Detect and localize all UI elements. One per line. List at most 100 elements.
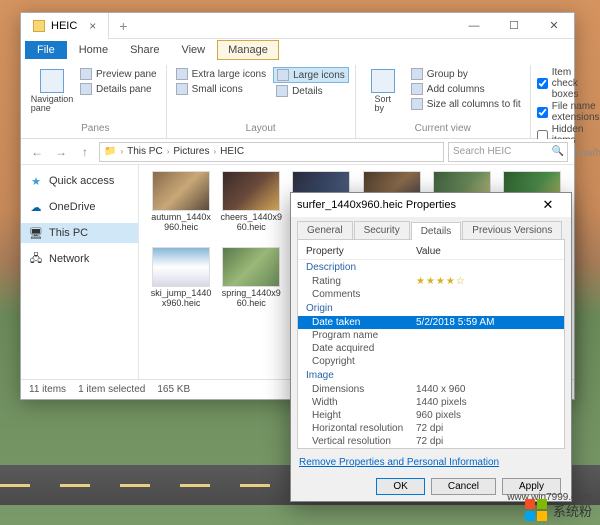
det-icon [276, 85, 288, 97]
prop-vres[interactable]: Vertical resolution72 dpi [298, 435, 564, 448]
preview-icon [80, 68, 92, 80]
prop-bit-depth[interactable]: Bit depth32 [298, 448, 564, 449]
sidebar-item-quick-access[interactable]: ★Quick access [21, 171, 138, 191]
watermark-text: 系统粉 [553, 501, 592, 520]
sort-icon [371, 69, 395, 93]
properties-close-button[interactable]: ✕ [531, 193, 565, 217]
prop-copyright[interactable]: Copyright [298, 355, 564, 368]
menu-view[interactable]: View [171, 41, 215, 59]
folder-icon [33, 20, 45, 32]
group-by-button[interactable]: Group by [408, 67, 524, 81]
remove-properties-link[interactable]: Remove Properties and Personal Informati… [291, 453, 571, 472]
back-button[interactable]: ← [27, 142, 47, 162]
sidebar-item-this-pc[interactable]: 🖥This PC [21, 223, 138, 243]
preview-pane-button[interactable]: Preview pane [77, 67, 160, 81]
status-size: 165 KB [157, 384, 190, 395]
minimize-button[interactable]: — [454, 13, 494, 39]
prop-program-name[interactable]: Program name [298, 329, 564, 342]
header-property: Property [306, 246, 416, 257]
prop-comments[interactable]: Comments [298, 288, 564, 301]
forward-button[interactable]: → [51, 142, 71, 162]
extra-large-icons-button[interactable]: Extra large icons [173, 67, 269, 81]
menu-manage[interactable]: Manage [217, 40, 279, 60]
prop-width[interactable]: Width1440 pixels [298, 396, 564, 409]
details-icon [80, 83, 92, 95]
tab-heic[interactable]: HEIC × [21, 13, 109, 39]
up-button[interactable]: ↑ [75, 142, 95, 162]
tab-label: HEIC [51, 20, 77, 32]
cancel-button[interactable]: Cancel [431, 478, 496, 495]
sidebar: ★Quick access ☁OneDrive 🖥This PC 🖧Networ… [21, 165, 139, 379]
file-item[interactable]: cheers_1440x960.heic [217, 171, 285, 243]
chevron-right-icon[interactable]: › [213, 147, 216, 156]
star-icon: ★ [29, 174, 43, 188]
details-view-button[interactable]: Details [273, 84, 349, 98]
prop-height[interactable]: Height960 pixels [298, 409, 564, 422]
ok-button[interactable]: OK [376, 478, 424, 495]
section-image: Image [298, 368, 564, 383]
addressbar[interactable]: 📁 › This PC › Pictures › HEIC [99, 142, 444, 162]
chevron-right-icon[interactable]: › [120, 147, 123, 156]
sm-icon [176, 83, 188, 95]
file-item[interactable]: spring_1440x960.heic [217, 247, 285, 309]
tab-security[interactable]: Security [354, 221, 410, 239]
properties-details-list[interactable]: PropertyValue Description Rating★★★★☆ Co… [297, 239, 565, 449]
menu-file[interactable]: File [25, 41, 67, 59]
prop-date-acquired[interactable]: Date acquired [298, 342, 564, 355]
tab-add-button[interactable]: + [109, 13, 137, 39]
tab-close-icon[interactable]: × [89, 19, 96, 33]
rating-stars: ★★★★☆ [416, 276, 466, 287]
add-columns-button[interactable]: Add columns [408, 82, 524, 96]
group-icon [411, 68, 423, 80]
watermark: 系统粉 [525, 499, 592, 521]
prop-hres[interactable]: Horizontal resolution72 dpi [298, 422, 564, 435]
addcol-icon [411, 83, 423, 95]
menu-home[interactable]: Home [69, 41, 118, 59]
properties-title: surfer_1440x960.heic Properties [297, 199, 456, 211]
xl-icon [176, 68, 188, 80]
lg-icon [277, 69, 289, 81]
crumb-pictures[interactable]: Pictures [173, 146, 209, 157]
prop-rating[interactable]: Rating★★★★☆ [298, 275, 564, 288]
close-button[interactable]: ✕ [534, 13, 574, 39]
fit-icon [411, 98, 423, 110]
chevron-right-icon[interactable]: › [167, 147, 170, 156]
prop-dimensions[interactable]: Dimensions1440 x 960 [298, 383, 564, 396]
thumbnail [152, 247, 210, 287]
large-icons-button[interactable]: Large icons [273, 67, 349, 83]
prop-date-taken[interactable]: Date taken5/2/2018 5:59 AM [298, 316, 564, 329]
item-check-boxes-toggle[interactable]: Item check boxes [537, 67, 600, 100]
properties-titlebar: surfer_1440x960.heic Properties ✕ [291, 193, 571, 217]
tab-previous-versions[interactable]: Previous Versions [462, 221, 562, 239]
small-icons-button[interactable]: Small icons [173, 82, 269, 96]
tab-general[interactable]: General [297, 221, 353, 239]
nav-pane-button[interactable]: Navigation pane [31, 67, 73, 121]
titlebar: HEIC × + — ☐ ✕ [21, 13, 574, 39]
crumb-heic[interactable]: HEIC [220, 146, 244, 157]
network-icon: 🖧 [29, 252, 43, 266]
thumbnail [222, 247, 280, 287]
status-selection: 1 item selected [78, 384, 145, 395]
menu-share[interactable]: Share [120, 41, 169, 59]
sort-by-button[interactable]: Sort by [362, 67, 404, 121]
sidebar-item-onedrive[interactable]: ☁OneDrive [21, 197, 138, 217]
layout-group-label: Layout [173, 121, 349, 136]
details-pane-button[interactable]: Details pane [77, 82, 160, 96]
properties-window: surfer_1440x960.heic Properties ✕ Genera… [290, 192, 572, 502]
size-columns-button[interactable]: Size all columns to fit [408, 97, 524, 111]
file-item[interactable]: autumn_1440x960.heic [147, 171, 215, 243]
sidebar-item-network[interactable]: 🖧Network [21, 249, 138, 269]
crumb-this-pc[interactable]: This PC [127, 146, 163, 157]
search-input[interactable]: Search HEIC [448, 142, 568, 162]
maximize-button[interactable]: ☐ [494, 13, 534, 39]
header-value: Value [416, 246, 441, 257]
thumbnail [152, 171, 210, 211]
status-item-count: 11 items [29, 384, 66, 395]
file-extensions-toggle[interactable]: File name extensions [537, 101, 600, 123]
cloud-icon: ☁ [29, 200, 43, 214]
file-item[interactable]: ski_jump_1440x960.heic [147, 247, 215, 309]
section-origin: Origin [298, 301, 564, 316]
section-description: Description [298, 260, 564, 275]
nav-pane-icon [40, 69, 64, 93]
tab-details[interactable]: Details [411, 222, 462, 240]
